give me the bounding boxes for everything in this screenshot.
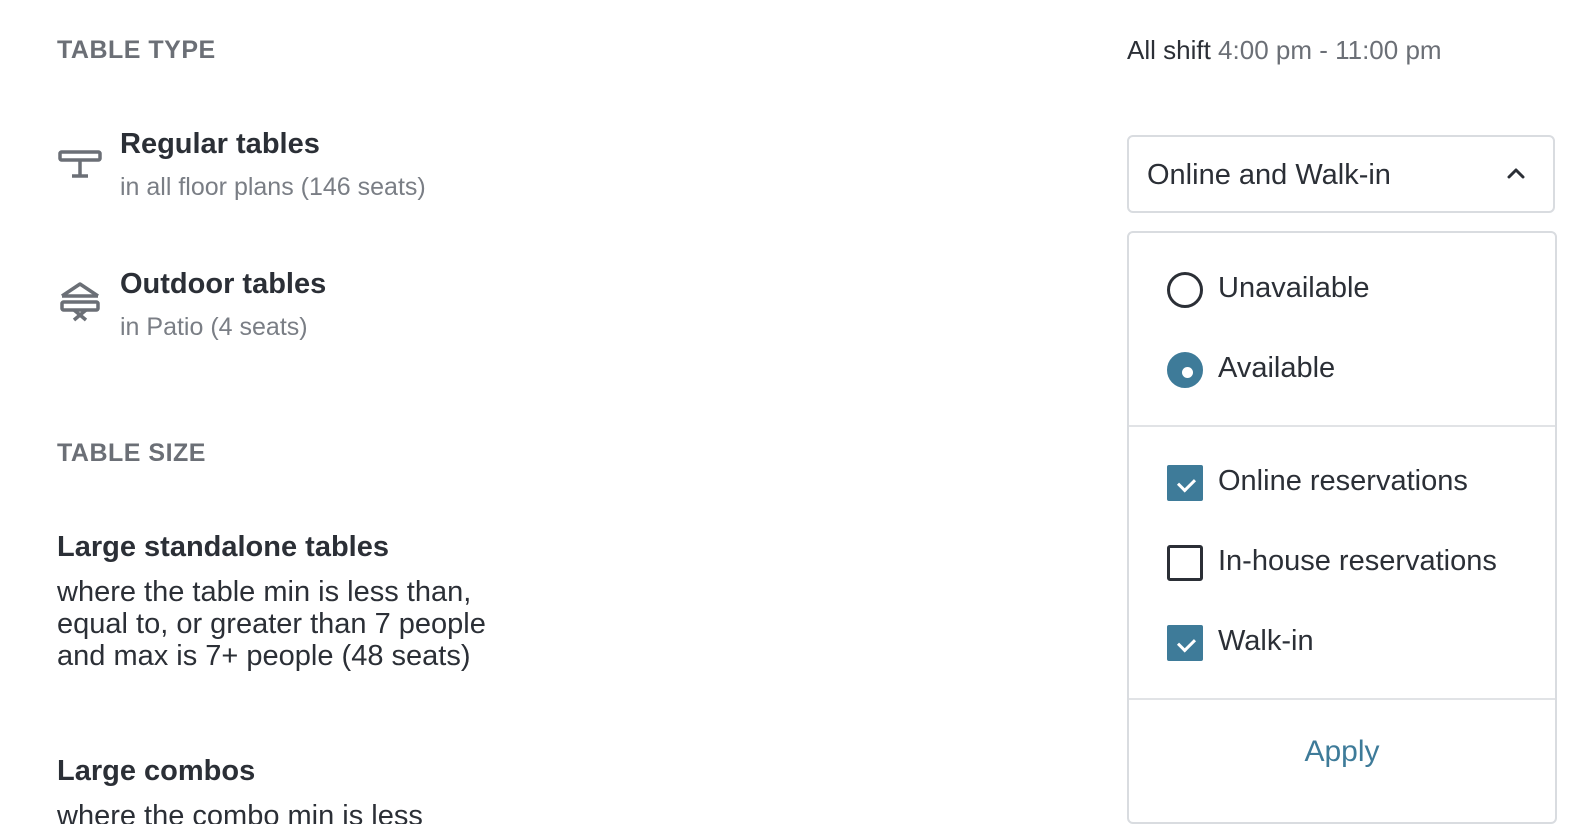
regular-tables-title: Regular tables — [120, 128, 320, 160]
menu-divider — [1129, 698, 1555, 700]
online-reservations-checkbox[interactable] — [1167, 465, 1203, 501]
in-house-reservations-label: In-house reservations — [1218, 545, 1497, 577]
shift-time: All shift 4:00 pm - 11:00 pm — [1127, 35, 1442, 66]
unavailable-radio[interactable] — [1167, 272, 1203, 308]
apply-button[interactable]: Apply — [1129, 735, 1555, 769]
table-size-heading: TABLE SIZE — [57, 439, 206, 467]
walk-in-checkbox[interactable] — [1167, 625, 1203, 661]
in-house-reservations-checkbox[interactable] — [1167, 545, 1203, 581]
chevron-up-icon — [1507, 168, 1525, 179]
large-combos-title: Large combos — [57, 755, 256, 787]
availability-select-value: Online and Walk-in — [1147, 159, 1391, 191]
availability-select[interactable]: Online and Walk-in — [1127, 135, 1555, 213]
available-label: Available — [1218, 352, 1336, 384]
large-standalone-title: Large standalone tables — [57, 531, 389, 563]
regular-table-icon — [58, 150, 102, 178]
available-radio[interactable] — [1167, 352, 1203, 388]
table-size-item-large-standalone: Large standalone tables where the table … — [57, 531, 527, 672]
table-type-heading: TABLE TYPE — [57, 36, 216, 64]
large-combos-description: where the combo min is less — [57, 800, 423, 824]
outdoor-tables-title: Outdoor tables — [120, 268, 327, 300]
walk-in-label: Walk-in — [1218, 625, 1314, 657]
unavailable-label: Unavailable — [1218, 272, 1370, 304]
page: TABLE TYPE Regular tables in all floor p… — [0, 0, 1572, 824]
large-standalone-description: where the table min is less than, equal … — [57, 576, 486, 672]
table-size-item-large-combos: Large combos where the combo min is less — [57, 755, 527, 824]
online-reservations-label: Online reservations — [1218, 465, 1468, 497]
regular-tables-subtitle: in all floor plans (146 seats) — [120, 173, 426, 201]
availability-menu: Unavailable Available Online reservation… — [1127, 231, 1557, 824]
outdoor-table-icon — [60, 282, 100, 322]
shift-label: All shift — [1127, 35, 1211, 65]
shift-hours: 4:00 pm - 11:00 pm — [1218, 35, 1442, 65]
menu-divider — [1129, 425, 1555, 427]
outdoor-tables-subtitle: in Patio (4 seats) — [120, 313, 308, 341]
